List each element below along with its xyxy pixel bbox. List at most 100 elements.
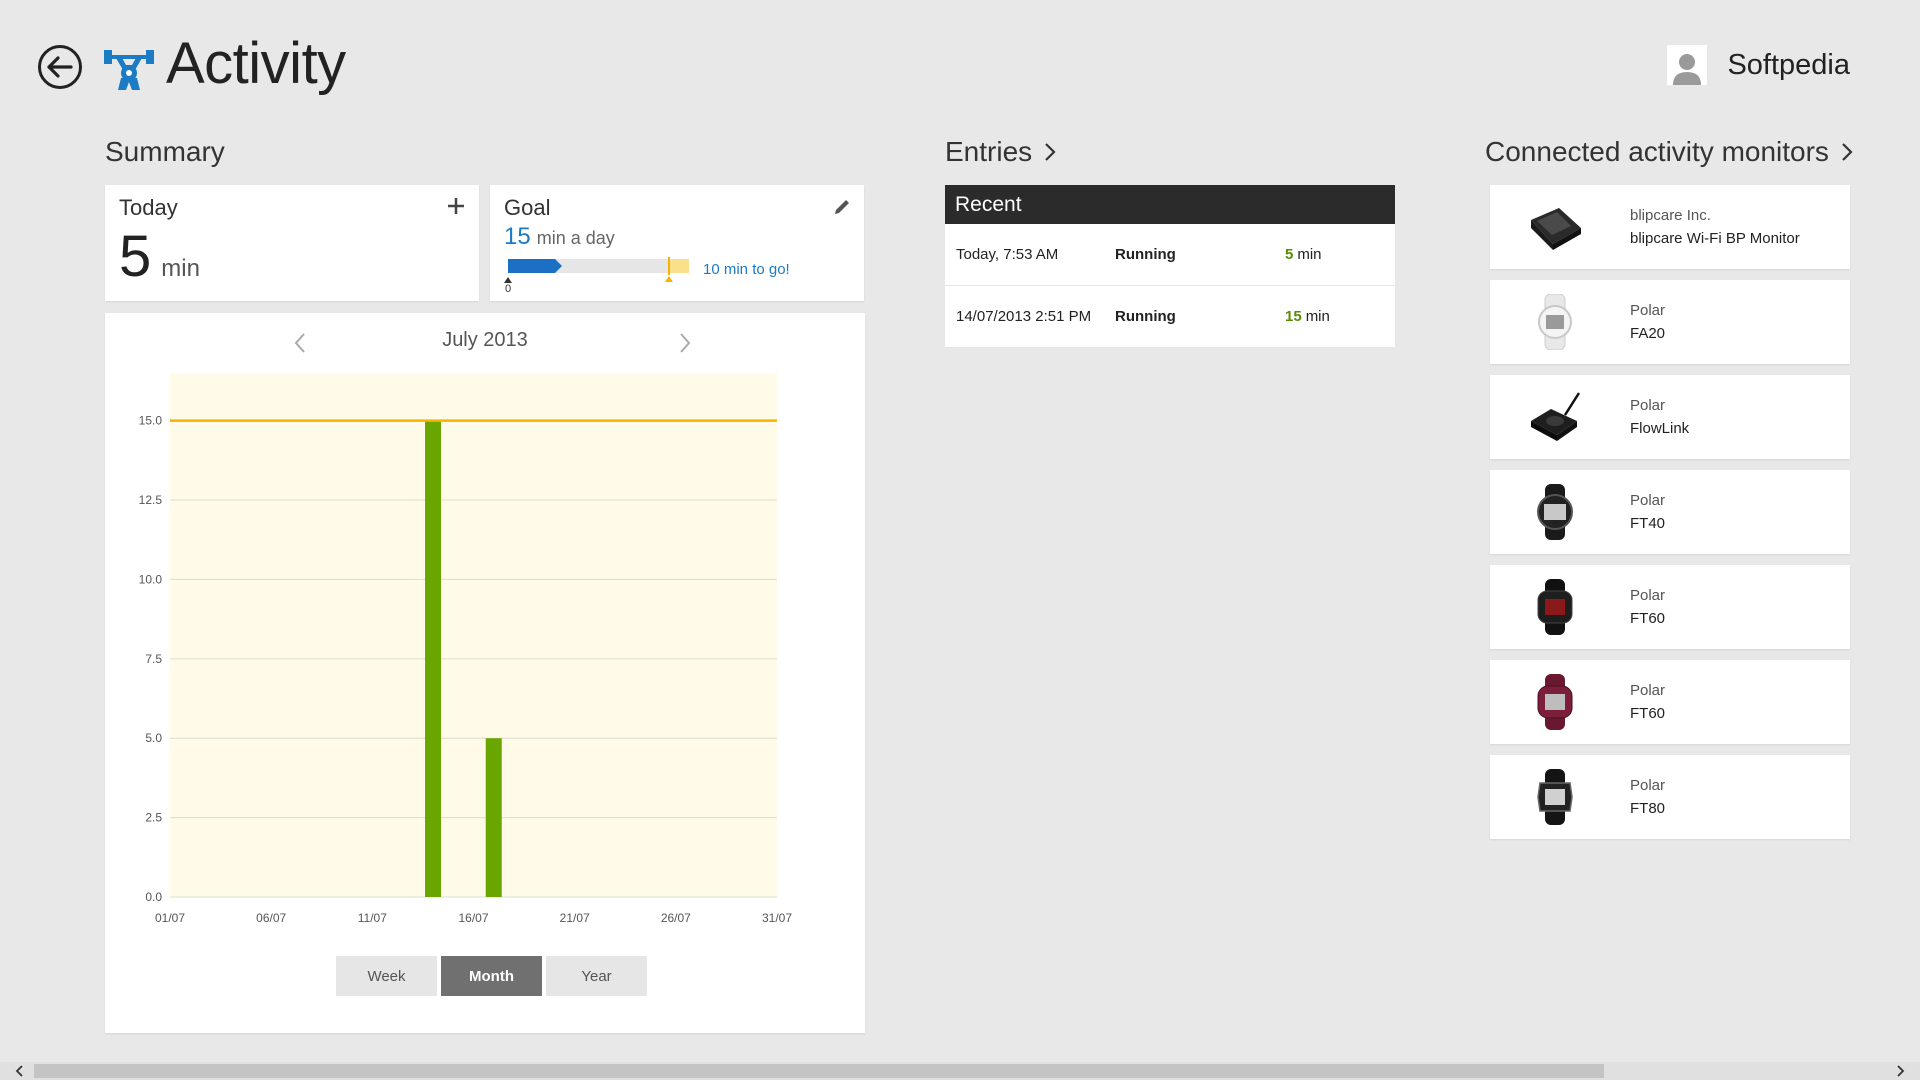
entries-list: Recent Today, 7:53 AM Running 5 min 14/0… (945, 185, 1395, 348)
add-icon[interactable] (445, 195, 467, 217)
chart-y-tick-label: 2.5 (145, 811, 162, 825)
monitor-item-fa20[interactable]: Polar FA20 (1490, 280, 1850, 364)
monitor-brand: Polar (1630, 302, 1666, 319)
goal-unit: min a day (536, 228, 615, 248)
monitor-brand: Polar (1630, 587, 1666, 604)
chart-x-tick-label: 01/07 (155, 911, 185, 925)
chart-x-tick-label: 31/07 (762, 911, 792, 925)
range-month-button[interactable]: Month (441, 956, 542, 996)
entries-heading[interactable]: Entries (945, 136, 1056, 168)
bp-monitor-icon (1524, 197, 1586, 257)
activity-bar-chart: 0.0 2.5 5.0 7.5 10.0 12.5 15.0 01/07 06/07 11/07 1… (139, 373, 792, 925)
progress-zero-label: 0 (505, 283, 512, 295)
monitor-model: blipcare Wi-Fi BP Monitor (1630, 230, 1800, 247)
chart-y-tick-label: 10.0 (139, 572, 163, 586)
chart-y-tick-label: 0.0 (145, 890, 162, 904)
chart-x-tick-label: 06/07 (256, 911, 286, 925)
watch-icon (1524, 767, 1586, 827)
monitor-brand: Polar (1630, 492, 1666, 509)
entry-type: Running (1115, 308, 1176, 325)
list-item[interactable]: 14/07/2013 2:51 PM Running 15 min (945, 286, 1395, 348)
watch-icon (1524, 482, 1586, 542)
avatar (1667, 45, 1708, 85)
entry-duration-unit: min (1297, 246, 1322, 263)
monitor-item-ft60-purple[interactable]: Polar FT60 (1490, 660, 1850, 744)
today-card: Today 5 min (105, 185, 479, 301)
monitors-heading[interactable]: Connected activity monitors (1485, 136, 1853, 168)
goal-progress-fill (508, 259, 555, 273)
chart-x-tick-label: 21/07 (560, 911, 590, 925)
summary-heading: Summary (105, 136, 225, 168)
monitor-item-flowlink[interactable]: Polar FlowLink (1490, 375, 1850, 459)
monitor-model: FT60 (1630, 610, 1666, 627)
summary-heading-label: Summary (105, 136, 225, 167)
range-week-button[interactable]: Week (336, 956, 437, 996)
monitor-brand: blipcare Inc. (1630, 207, 1711, 224)
pencil-icon[interactable] (832, 197, 852, 217)
horizontal-scrollbar[interactable] (0, 1062, 1920, 1080)
goal-progress-bar (508, 257, 689, 275)
today-minutes: 5 (119, 224, 152, 289)
entry-duration: 15 min (1285, 308, 1330, 325)
monitors-heading-label: Connected activity monitors (1485, 136, 1829, 167)
back-button[interactable] (38, 45, 82, 89)
monitor-item-bp-monitor[interactable]: blipcare Inc. blipcare Wi-Fi BP Monitor (1490, 185, 1850, 269)
entry-duration-value: 15 (1285, 308, 1302, 325)
activity-icon (104, 50, 154, 90)
scroll-right-icon[interactable] (1894, 1065, 1906, 1077)
entries-heading-label: Entries (945, 136, 1033, 167)
chart-y-tick-label: 12.5 (139, 493, 163, 507)
user-icon (1673, 54, 1702, 85)
chevron-right-icon (1842, 143, 1853, 161)
monitor-item-ft80[interactable]: Polar FT80 (1490, 755, 1850, 839)
monitor-brand: Polar (1630, 777, 1666, 794)
entry-type: Running (1115, 246, 1176, 263)
entry-duration-unit: min (1305, 308, 1330, 325)
watch-icon (1524, 672, 1586, 732)
today-unit: min (161, 255, 200, 282)
today-value: 5 min (119, 223, 200, 290)
chart-x-tick-label: 16/07 (458, 911, 488, 925)
user-account[interactable]: Softpedia (1667, 45, 1850, 85)
chart-plot-area (170, 373, 777, 897)
monitor-model: FT60 (1630, 705, 1666, 722)
monitor-item-ft40[interactable]: Polar FT40 (1490, 470, 1850, 554)
flowlink-icon (1524, 387, 1586, 447)
range-year-button[interactable]: Year (546, 956, 647, 996)
scrollbar-thumb[interactable] (34, 1064, 1604, 1078)
back-arrow-icon (47, 56, 73, 78)
watch-icon (1524, 577, 1586, 637)
entries-list-title: Recent (945, 185, 1395, 224)
monitor-brand: Polar (1630, 682, 1666, 699)
monitors-list: blipcare Inc. blipcare Wi-Fi BP Monitor … (1490, 185, 1850, 850)
watch-icon (1524, 292, 1586, 352)
monitor-item-ft60-black[interactable]: Polar FT60 (1490, 565, 1850, 649)
goal-card: Goal 15 min a day 0 10 min to go! (490, 185, 864, 301)
user-name: Softpedia (1727, 48, 1850, 81)
monitor-model: FT40 (1630, 515, 1666, 532)
goal-marker-triangle (665, 276, 673, 282)
chart-bar (425, 420, 442, 897)
goal-target-marker (668, 257, 670, 275)
goal-label: Goal (504, 195, 551, 220)
monitor-brand: Polar (1630, 397, 1666, 414)
page-title: Activity (166, 31, 346, 96)
entry-duration: 5 min (1285, 246, 1322, 263)
chart-y-tick-label: 15.0 (139, 414, 163, 428)
chevron-right-icon (1045, 143, 1056, 161)
goal-progress-tip (555, 259, 562, 273)
chevron-right-icon[interactable] (675, 330, 695, 356)
chart-y-tick-label: 7.5 (145, 652, 162, 666)
monitor-model: FA20 (1630, 325, 1666, 342)
entry-duration-value: 5 (1285, 246, 1294, 263)
scroll-left-icon[interactable] (14, 1065, 26, 1077)
entry-date: Today, 7:53 AM (956, 246, 1059, 263)
chart-x-tick-label: 11/07 (358, 911, 387, 925)
list-item[interactable]: Today, 7:53 AM Running 5 min (945, 224, 1395, 286)
entry-date: 14/07/2013 2:51 PM (956, 308, 1092, 325)
monitor-model: FT80 (1630, 800, 1666, 817)
chart-y-tick-label: 5.0 (145, 731, 162, 745)
activity-chart-card: July 2013 0.0 2.5 5.0 7.5 10.0 12.5 15.0 01/07 0… (105, 313, 865, 1033)
chart-bar (485, 738, 502, 897)
range-selector: Week Month Year (336, 956, 647, 996)
